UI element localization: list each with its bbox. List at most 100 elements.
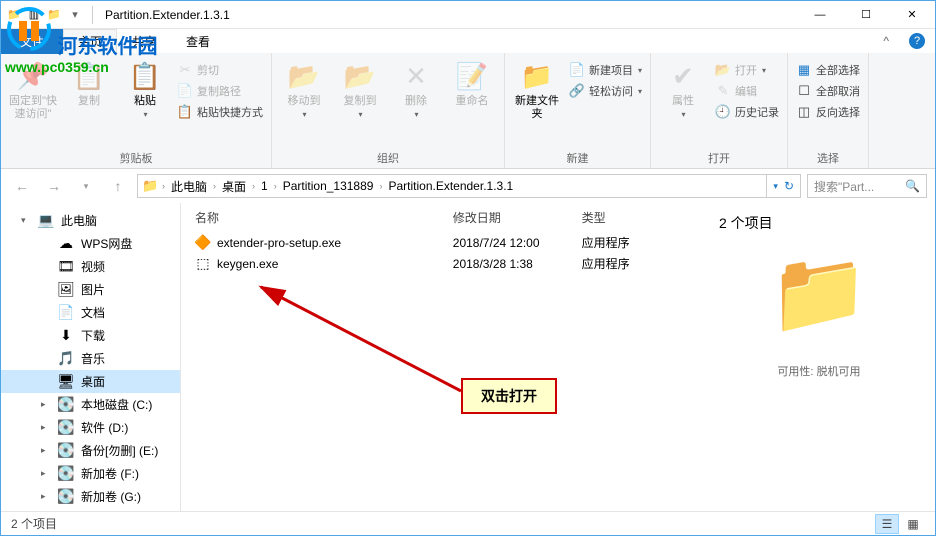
nav-up-button[interactable]: ↑ — [105, 173, 131, 199]
chevron-icon: ▸ — [41, 445, 51, 456]
copy-to-button[interactable]: 📂复制到▾ — [334, 57, 386, 120]
search-input[interactable]: 搜索"Part... 🔍 — [807, 174, 927, 198]
breadcrumb-crumb[interactable]: Partition_131889 — [279, 179, 378, 193]
invert-selection-button[interactable]: ◫反向选择 — [794, 103, 862, 121]
pin-button[interactable]: 📌 固定到"快速访问" — [7, 57, 59, 121]
sidebar-item[interactable]: ▸💽新加卷 (F:) — [1, 462, 180, 485]
move-to-button[interactable]: 📂移动到▾ — [278, 57, 330, 120]
breadcrumb-crumb[interactable]: 1 — [257, 179, 272, 193]
select-none-icon: ☐ — [796, 83, 812, 99]
sidebar-item[interactable]: 🎞视频 — [1, 255, 180, 278]
sidebar-item[interactable]: ▸💽本地磁盘 (C:) — [1, 393, 180, 416]
sidebar-item[interactable]: ▸💽新加卷 (G:) — [1, 485, 180, 508]
maximize-button[interactable]: ☐ — [843, 1, 889, 29]
nav-back-button[interactable]: ← — [9, 173, 35, 199]
chevron-icon: ▸ — [41, 422, 51, 433]
sidebar-item[interactable]: ▸💽软件 (D:) — [1, 416, 180, 439]
easy-access-button[interactable]: 🔗轻松访问▾ — [567, 82, 644, 100]
breadcrumb-history-icon[interactable]: ▾ — [773, 181, 778, 192]
cut-button[interactable]: ✂剪切 — [175, 61, 265, 79]
copy-button[interactable]: 📋 复制 — [63, 57, 115, 108]
sidebar-item-icon: 🖼 — [57, 281, 75, 298]
address-bar: ← → ▾ ↑ 📁 › 此电脑› 桌面› 1› Partition_131889… — [1, 169, 935, 203]
breadcrumb[interactable]: 📁 › 此电脑› 桌面› 1› Partition_131889› Partit… — [137, 174, 801, 198]
breadcrumb-crumb[interactable]: Partition.Extender.1.3.1 — [384, 179, 517, 193]
paste-shortcut-button[interactable]: 📋粘贴快捷方式 — [175, 103, 265, 121]
file-name: extender-pro-setup.exe — [217, 236, 341, 250]
file-row[interactable]: 🔶extender-pro-setup.exe2018/7/24 12:00应用… — [181, 232, 671, 253]
edit-button[interactable]: ✎编辑 — [713, 82, 781, 100]
breadcrumb-crumb[interactable]: 桌面 — [218, 178, 250, 195]
chevron-icon: ▸ — [41, 399, 51, 410]
file-type: 应用程序 — [582, 255, 661, 272]
sidebar-item-icon: 🎵 — [57, 350, 75, 367]
file-row[interactable]: ⬚keygen.exe2018/3/28 1:38应用程序 — [181, 253, 671, 274]
sidebar-item-label: 音乐 — [81, 350, 105, 367]
column-type[interactable]: 类型 — [582, 209, 661, 226]
sidebar-item[interactable]: ☁WPS网盘 — [1, 232, 180, 255]
chevron-right-icon[interactable]: › — [160, 181, 167, 191]
sidebar-item-icon: 💽 — [57, 396, 75, 413]
paste-button[interactable]: 📋 粘贴▾ — [119, 57, 171, 120]
open-icon: 📂 — [715, 62, 731, 78]
qat-new-folder-icon[interactable]: 📁 — [45, 6, 63, 24]
invert-selection-icon: ◫ — [796, 104, 812, 120]
view-details-icon[interactable]: ☰ — [875, 514, 899, 534]
file-icon: ⬚ — [195, 256, 211, 272]
new-folder-button[interactable]: 📁新建文件夹 — [511, 57, 563, 121]
sidebar-item-icon: 💻 — [37, 212, 55, 229]
copy-path-button[interactable]: 📄复制路径 — [175, 82, 265, 100]
sidebar-item-icon: ⬇ — [57, 327, 75, 344]
minimize-button[interactable]: — — [797, 1, 843, 29]
properties-button[interactable]: ✔属性▾ — [657, 57, 709, 120]
pin-icon: 📌 — [17, 61, 49, 93]
sidebar-item[interactable]: 🎵 音乐 — [1, 347, 180, 370]
nav-forward-button[interactable]: → — [41, 173, 67, 199]
status-item-count: 2 个项目 — [11, 515, 57, 532]
history-button[interactable]: 🕘历史记录 — [713, 103, 781, 121]
paste-shortcut-icon: 📋 — [177, 104, 193, 120]
details-title: 2 个项目 — [719, 213, 919, 233]
sidebar-item[interactable]: ⬇下载 — [1, 324, 180, 347]
sidebar-item[interactable]: 📄文档 — [1, 301, 180, 324]
sidebar-item-icon: 📄 — [57, 304, 75, 321]
tab-view[interactable]: 查看 — [171, 29, 225, 54]
sidebar-item[interactable]: ▾💻此电脑 — [1, 209, 180, 232]
column-name[interactable]: 名称 — [195, 209, 453, 226]
nav-recent-dropdown[interactable]: ▾ — [73, 173, 99, 199]
file-date: 2018/7/24 12:00 — [453, 236, 582, 250]
new-item-button[interactable]: 📄新建项目▾ — [567, 61, 644, 79]
open-button[interactable]: 📂打开▾ — [713, 61, 781, 79]
sidebar-item-label: 新加卷 (G:) — [81, 488, 141, 505]
sidebar-item[interactable]: 🖼图片 — [1, 278, 180, 301]
copy-to-icon: 📂 — [344, 61, 376, 93]
open-group-label: 打开 — [657, 148, 781, 168]
organize-group-label: 组织 — [278, 148, 498, 168]
qat-properties-icon[interactable]: ▥ — [25, 6, 43, 24]
select-all-button[interactable]: ▦全部选择 — [794, 61, 862, 79]
rename-button[interactable]: 📝重命名 — [446, 57, 498, 108]
sidebar-item[interactable]: 🖥桌面 — [1, 370, 180, 393]
search-icon[interactable]: 🔍 — [905, 179, 920, 193]
column-date[interactable]: 修改日期 — [453, 209, 582, 226]
annotation-arrow — [251, 281, 481, 411]
delete-button[interactable]: ✕删除▾ — [390, 57, 442, 120]
breadcrumb-crumb[interactable]: 此电脑 — [167, 178, 211, 195]
refresh-icon[interactable]: ↻ — [784, 179, 794, 193]
sidebar-item-icon: 💽 — [57, 488, 75, 505]
qat-dropdown-icon[interactable]: ▾ — [66, 6, 84, 24]
help-icon[interactable]: ? — [909, 33, 925, 49]
tab-share[interactable]: 共享 — [117, 29, 171, 54]
move-to-icon: 📂 — [288, 61, 320, 93]
ribbon-collapse-icon[interactable]: ^ — [869, 34, 903, 48]
tab-home[interactable]: 主页 — [63, 29, 117, 54]
tab-file[interactable]: 文件 — [1, 29, 63, 54]
details-folder-icon: 📁 — [759, 243, 879, 343]
status-bar: 2 个项目 ☰ ▦ — [1, 511, 935, 535]
close-button[interactable]: ✕ — [889, 1, 935, 29]
navigation-sidebar: ▾💻此电脑☁WPS网盘🎞视频🖼图片📄文档⬇下载🎵音乐🖥桌面▸💽本地磁盘 (C:)… — [1, 203, 181, 511]
sidebar-item[interactable]: ▸💽备份[勿删] (E:) — [1, 439, 180, 462]
view-large-icons-icon[interactable]: ▦ — [901, 514, 925, 534]
select-none-button[interactable]: ☐全部取消 — [794, 82, 862, 100]
sidebar-item-icon: 💽 — [57, 465, 75, 482]
